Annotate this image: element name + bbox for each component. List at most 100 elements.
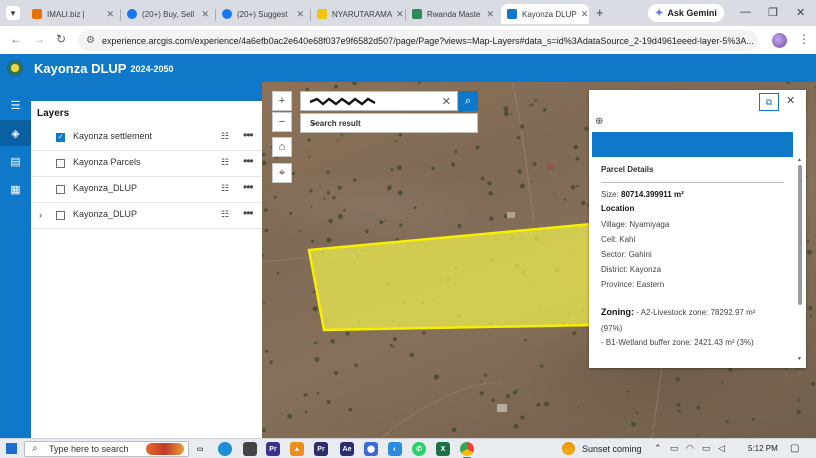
tree-dot (304, 410, 308, 413)
app-icon-2[interactable]: ⬤ (364, 442, 378, 456)
network-icon[interactable]: ▭ (670, 443, 679, 454)
browser-tab-1[interactable]: IMALI.biz | ✕ (26, 4, 120, 24)
reload-icon[interactable]: ↻ (56, 32, 66, 46)
tab-close-icon[interactable]: ✕ (197, 9, 209, 20)
minimize-window-button[interactable]: — (740, 6, 751, 18)
layer-visibility-checkbox[interactable] (56, 185, 65, 194)
address-bar[interactable]: ⚙ experience.arcgis.com/experience/4a6ef… (78, 30, 758, 51)
notification-icon[interactable]: ▢ (790, 443, 799, 454)
legend-list-icon[interactable]: ☷ (221, 209, 229, 220)
more-options-icon[interactable]: ••• (243, 128, 254, 142)
premiere-icon-2[interactable]: Pr (314, 442, 328, 456)
dock-popup-icon[interactable]: ⧉ (759, 93, 779, 111)
tree-dot (678, 409, 682, 413)
edge-browser-icon[interactable] (218, 442, 232, 456)
scroll-down-icon[interactable]: ▼ (797, 356, 802, 362)
search-icon[interactable]: ⌕ (458, 91, 478, 111)
more-options-icon[interactable]: ••• (243, 154, 254, 168)
scroll-thumb[interactable] (798, 165, 802, 305)
tree-dot (384, 220, 387, 222)
tab-close-icon[interactable]: ✕ (102, 9, 114, 20)
locate-icon[interactable]: ⌖ (272, 163, 292, 183)
volume-icon[interactable]: ◁ (718, 443, 725, 454)
home-icon[interactable]: ⌂ (272, 137, 292, 157)
tree-dot (337, 214, 343, 219)
battery-icon[interactable]: ▭ (702, 443, 711, 454)
premiere-icon[interactable]: Pr (266, 442, 280, 456)
close-window-button[interactable]: ✕ (796, 6, 805, 19)
tree-dot (269, 363, 272, 365)
search-result-dropdown[interactable]: Search result ⌄ (300, 113, 478, 133)
taskbar-clock[interactable]: 5:12 PM (748, 444, 778, 453)
popup-scrollbar[interactable]: ▲ ▼ (797, 157, 803, 362)
more-options-icon[interactable]: ••• (243, 180, 254, 194)
browser-tab-5[interactable]: Rwanda Maste ✕ (406, 4, 500, 24)
tab-title: (20+) Suggest (237, 9, 288, 19)
chevron-right-icon[interactable]: › (39, 210, 42, 220)
chevron-up-icon[interactable]: ⌃ (654, 443, 662, 454)
new-tab-button[interactable]: + (596, 5, 604, 20)
tab-close-icon[interactable]: ✕ (392, 9, 404, 20)
ask-gemini-button[interactable]: ✦ Ask Gemini (648, 4, 724, 22)
legend-list-icon[interactable]: ☰ (0, 92, 31, 118)
windows-start-icon[interactable] (6, 443, 17, 454)
wifi-icon[interactable]: ◠ (686, 443, 694, 454)
tab-close-icon[interactable]: ✕ (292, 9, 304, 20)
app-icon[interactable] (243, 442, 257, 456)
weather-text[interactable]: Sunset coming (582, 444, 642, 454)
zoom-to-icon[interactable]: ⊕ (595, 116, 603, 127)
clear-search-icon[interactable]: ✕ (442, 95, 451, 108)
layer-visibility-checkbox[interactable] (56, 211, 65, 220)
back-arrow-icon[interactable]: ← (10, 32, 22, 46)
tree-dot (343, 209, 346, 212)
forward-arrow-icon[interactable]: → (33, 32, 45, 46)
task-view-icon[interactable]: ▭ (193, 442, 207, 456)
vlc-icon[interactable]: ▲ (290, 442, 304, 456)
tab-search-button[interactable]: ▾ (6, 6, 20, 20)
weather-sun-icon[interactable] (562, 442, 575, 455)
site-info-icon[interactable]: ⚙ (86, 35, 95, 46)
browser-tab-active[interactable]: Kayonza DLUP ✕ (501, 4, 589, 24)
close-icon[interactable]: ✕ (786, 94, 795, 107)
layer-visibility-checkbox[interactable] (56, 159, 65, 168)
layers-stack-icon[interactable]: ◈ (0, 120, 31, 146)
layer-visibility-checkbox[interactable]: ✓ (56, 133, 65, 142)
zoom-out-button[interactable]: − (272, 112, 292, 132)
tree-dot (307, 138, 311, 142)
browser-tab-4[interactable]: NYARUTARAMA ✕ (311, 4, 405, 24)
whatsapp-icon[interactable]: ✆ (412, 442, 426, 456)
document-icon[interactable]: ▤ (0, 148, 31, 174)
tab-close-icon[interactable]: ✕ (482, 9, 494, 20)
after-effects-icon[interactable]: Ae (340, 442, 354, 456)
layer-row[interactable]: › Kayonza_DLUP ☷ ••• (31, 203, 262, 229)
restore-window-button[interactable]: ❐ (768, 6, 778, 19)
tab-close-icon[interactable]: ✕ (577, 9, 589, 20)
layer-row[interactable]: ✓ Kayonza settlement ☷ ••• (31, 125, 262, 151)
browser-tab-3[interactable]: (20+) Suggest ✕ (216, 4, 310, 24)
browser-tab-2[interactable]: (20+) Buy, Sell ✕ (121, 4, 215, 24)
tree-dot (309, 189, 313, 193)
layer-row[interactable]: Kayonza Parcels ☷ ••• (31, 151, 262, 177)
grid-apps-icon[interactable]: ▦ (0, 176, 31, 202)
legend-list-icon[interactable]: ☷ (221, 157, 229, 168)
tree-dot (536, 402, 541, 407)
app-icon-3[interactable]: ◐ (388, 442, 402, 456)
layer-name: Kayonza_DLUP (73, 209, 138, 219)
tree-dot (570, 184, 576, 190)
chrome-icon[interactable] (460, 442, 474, 458)
tree-dot (580, 200, 586, 206)
more-options-icon[interactable]: ••• (243, 206, 254, 220)
profile-avatar[interactable] (772, 33, 787, 48)
zoom-in-button[interactable]: + (272, 91, 292, 111)
tree-dot (475, 145, 480, 150)
legend-list-icon[interactable]: ☷ (221, 183, 229, 194)
browser-menu-icon[interactable]: ⋮ (798, 32, 810, 46)
taskbar-search-input[interactable]: ⌕ Type here to search (24, 441, 189, 457)
search-input[interactable]: ✕ (300, 91, 458, 111)
legend-list-icon[interactable]: ☷ (221, 131, 229, 142)
layer-row[interactable]: Kayonza_DLUP ☷ ••• (31, 177, 262, 203)
scroll-up-icon[interactable]: ▲ (797, 157, 802, 163)
excel-icon[interactable]: X (436, 442, 450, 456)
tree-dot (809, 315, 812, 318)
tree-dot (675, 377, 680, 382)
